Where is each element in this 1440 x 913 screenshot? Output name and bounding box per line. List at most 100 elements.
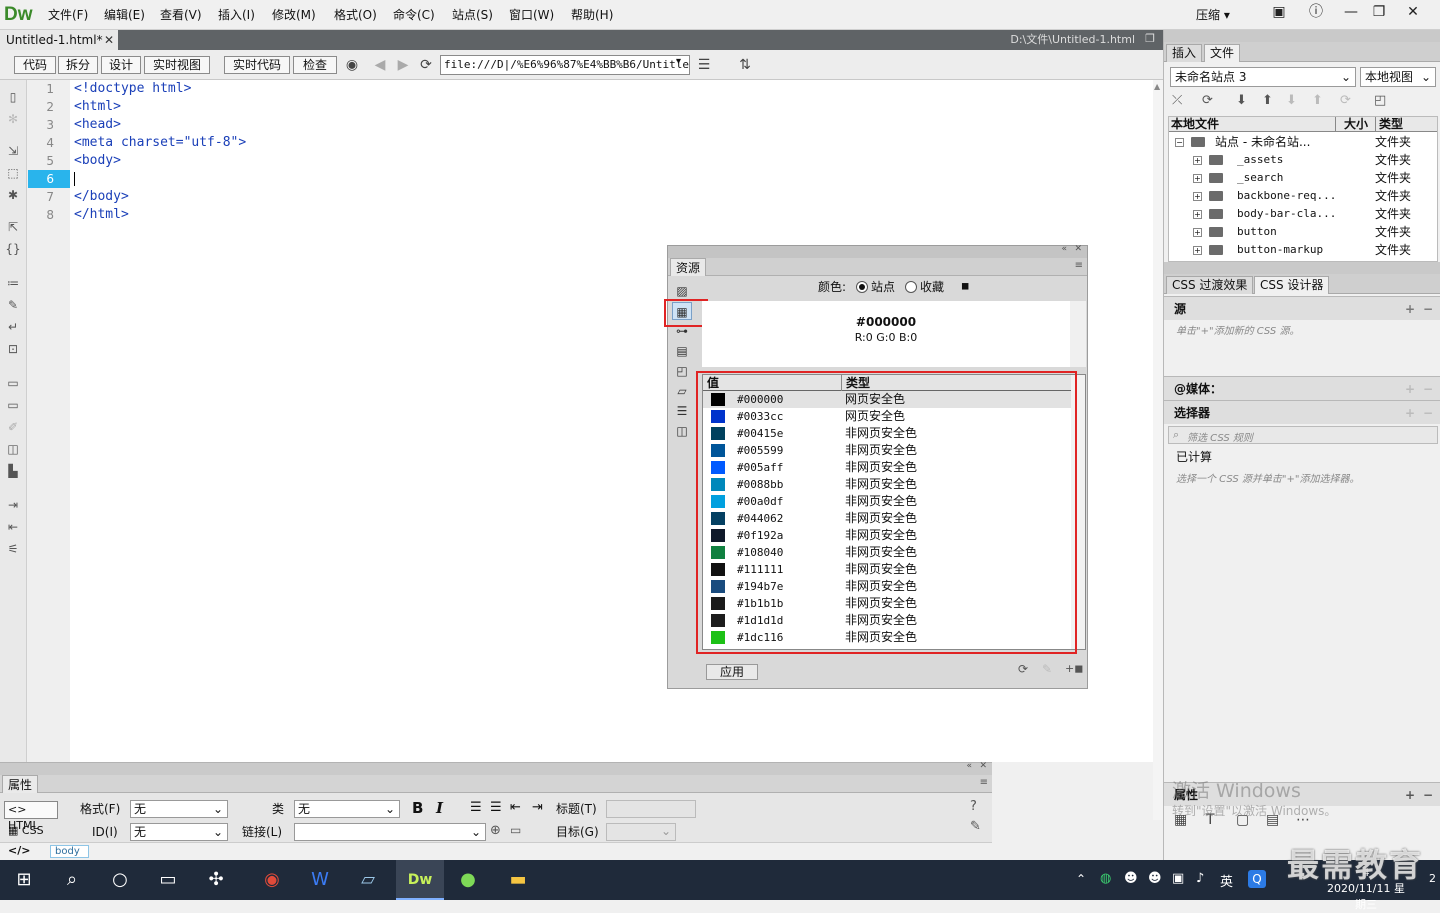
get-files-icon[interactable]: ⬇ [1236,93,1247,108]
search-icon[interactable]: ⌕ [48,860,96,900]
code-view-button[interactable]: 代码 [14,56,56,74]
info-icon[interactable]: ⓘ [1302,1,1330,25]
add-to-favorites-icon[interactable]: +◼ [1065,662,1083,675]
library-icon[interactable]: ☰ [672,402,692,420]
check-out-icon[interactable]: ⬇ [1286,93,1297,108]
syntax-error-icon[interactable]: ⊡ [3,340,23,358]
collapse-icon[interactable]: « [966,761,972,771]
close-tab-icon[interactable]: ✕ [104,30,114,50]
ordered-list-icon[interactable]: ☰ [490,800,502,815]
live-view-button[interactable]: 实时视图 [144,56,210,74]
show-hidden-icons-icon[interactable]: ⌃ [1076,872,1086,886]
title-input[interactable] [606,800,696,818]
expand-toggle-icon[interactable]: + [1193,228,1202,237]
workspace-switcher[interactable]: 压缩 ▾ [1190,0,1236,30]
word-wrap-icon[interactable]: ↵ [3,318,23,336]
forward-icon[interactable]: ▶ [393,55,413,75]
menu-edit[interactable]: 编辑(E) [98,0,151,30]
panel-menu-icon[interactable]: ≡ [980,777,988,788]
globe-icon[interactable]: ◉ [342,55,362,75]
remove-comment-icon[interactable]: ▭ [3,396,23,414]
filter-css-input[interactable]: ⌕ 筛选 CSS 规则 [1168,426,1438,444]
help-icon[interactable]: ? [970,799,977,814]
notification-count[interactable]: 2 [1429,872,1436,885]
wechat-icon[interactable]: ◍ [1100,871,1111,886]
format-select[interactable]: 无 ⌄ [130,800,228,818]
view-select[interactable]: 本地视图 ⌄ [1360,67,1436,87]
add-source-icon[interactable]: + [1405,297,1415,321]
menu-window[interactable]: 窗口(W) [503,0,560,30]
menu-command[interactable]: 命令(C) [387,0,441,30]
collapse-tag-icon[interactable]: ⇲ [3,142,23,160]
menu-help[interactable]: 帮助(H) [565,0,619,30]
menu-site[interactable]: 站点(S) [446,0,499,30]
collapse-selection-icon[interactable]: ⬚ [3,164,23,182]
browse-folder-icon[interactable]: ▭ [510,823,521,837]
media-icon[interactable]: ▤ [672,342,692,360]
menu-insert[interactable]: 插入(I) [212,0,261,30]
qq-icon[interactable]: ☻ [1124,871,1138,886]
outdent-icon[interactable]: ⇤ [3,518,23,536]
files-tab[interactable]: 文件 [1204,44,1241,62]
favorites-radio[interactable] [905,281,917,293]
panel-menu-icon[interactable]: ≡ [1075,260,1083,271]
pinwheel-app-icon[interactable]: ✣ [192,860,240,900]
type-header[interactable]: 类型 [1375,117,1403,132]
writer-icon[interactable]: W [296,860,344,900]
quick-tag-editor-icon[interactable]: ✎ [970,819,981,834]
preview-scrollbar[interactable] [1070,301,1086,367]
volume-icon[interactable]: ♪ [1196,871,1204,886]
expand-panel-icon[interactable]: ◰ [1374,93,1386,108]
edit-icon[interactable]: ✎ [1042,662,1052,676]
restore-doc-icon[interactable]: ❐ [1145,32,1155,45]
add-selector-icon[interactable]: + [1405,401,1415,425]
sort-icon[interactable]: ⇅ [735,55,755,75]
chrome-icon[interactable]: ◉ [248,860,296,900]
local-files-header[interactable]: 本地文件 [1171,117,1219,132]
add-media-icon[interactable]: + [1405,377,1415,401]
balance-braces-icon[interactable]: {} [3,240,23,258]
html-mode-button[interactable]: <> HTML [4,801,58,832]
put-files-icon[interactable]: ⬆ [1262,93,1273,108]
panel-close-icon[interactable]: ✕ [1074,244,1082,254]
q-app-icon[interactable]: Q [1248,870,1266,888]
templates-icon[interactable]: ▱ [672,382,692,400]
network-icon[interactable]: ▣ [1172,871,1184,886]
remove-selector-icon[interactable]: − [1423,401,1433,425]
design-view-button[interactable]: 设计 [101,56,141,74]
expand-toggle-icon[interactable]: + [1193,246,1202,255]
scroll-up-icon[interactable]: ▲ [1154,82,1160,91]
collapse-icon[interactable]: « [1061,244,1067,254]
target-select[interactable]: ⌄ [606,823,676,841]
add-property-icon[interactable]: + [1405,783,1415,807]
expand-toggle-icon[interactable]: + [1193,174,1202,183]
refresh-list-icon[interactable]: ⟳ [1018,662,1028,676]
address-input[interactable]: file:///D|/%E6%96%87%E4%BB%B6/Untitled [440,55,690,75]
images-icon[interactable]: ▨ [672,282,692,300]
notepad-icon[interactable]: ▱ [344,860,392,900]
file-row[interactable]: + button 文件夹 [1169,223,1437,241]
code-toggle-icon[interactable]: </> [8,844,30,857]
inspect-button[interactable]: 检查 [293,56,337,74]
melon-app-icon[interactable]: ● [444,860,492,900]
link-input[interactable]: ⌄ [294,823,486,841]
bold-button[interactable]: B [412,799,423,817]
remove-source-icon[interactable]: − [1423,297,1433,321]
task-view-icon[interactable]: ▭ [144,860,192,900]
format-source-icon[interactable]: ⚟ [3,540,23,558]
site-radio[interactable] [856,281,868,293]
unordered-list-icon[interactable]: ☰ [470,800,482,815]
menu-view[interactable]: 查看(V) [154,0,208,30]
class-select[interactable]: 无 ⌄ [294,800,400,818]
remove-media-icon[interactable]: − [1423,377,1433,401]
id-select[interactable]: 无 ⌄ [130,823,228,841]
back-icon[interactable]: ◀ [370,55,390,75]
properties-title-bar[interactable]: « ✕ [0,761,992,775]
apply-comment-icon[interactable]: ▭ [3,374,23,392]
css-designer-tab[interactable]: CSS 设计器 [1254,276,1330,294]
refresh-files-icon[interactable]: ⟳ [1202,93,1213,108]
file-row[interactable]: + body-bar-cla... 文件夹 [1169,205,1437,223]
close-button[interactable]: ✕ [1396,1,1430,25]
windows-start-icon[interactable]: ⊞ [0,860,48,900]
css-transitions-tab[interactable]: CSS 过渡效果 [1166,276,1254,294]
